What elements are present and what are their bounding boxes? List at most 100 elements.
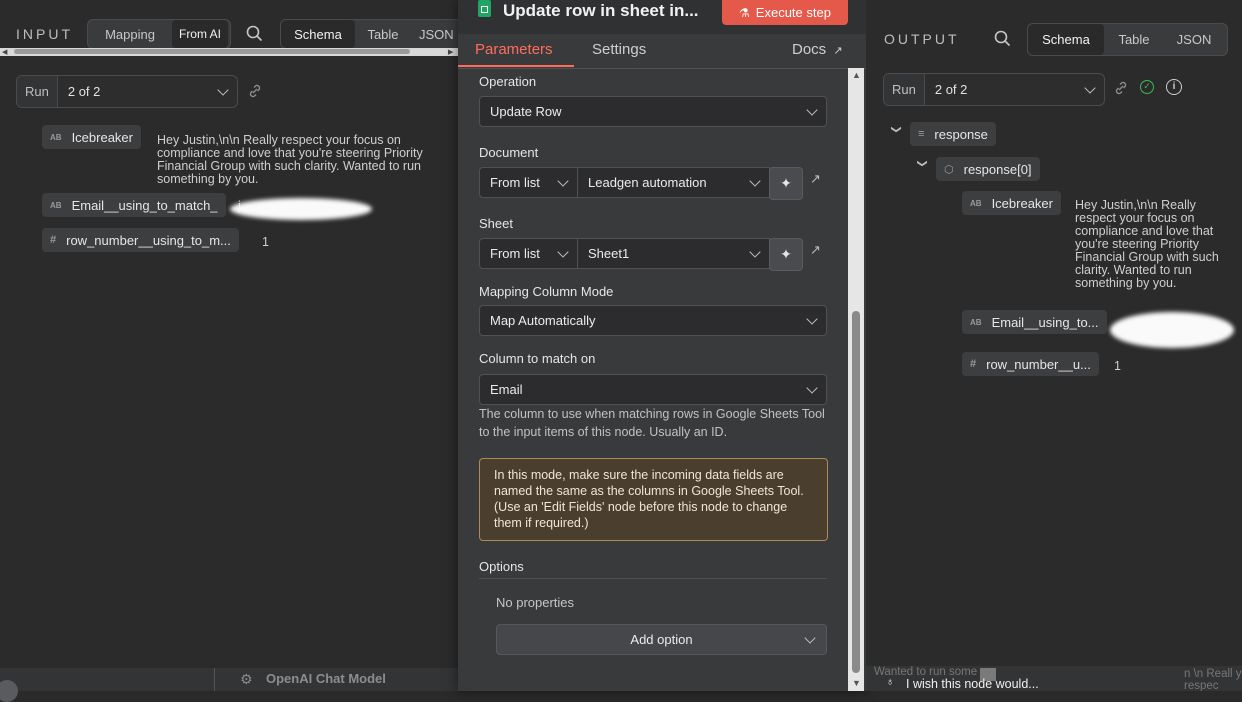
match-column-select[interactable]: Email: [479, 374, 827, 405]
sparkle-icon: ✦: [780, 175, 792, 191]
sheet-mode-select[interactable]: From list: [479, 238, 578, 269]
footer-preview-text: n \n Reall y respec: [1184, 668, 1242, 691]
operation-select[interactable]: Update Row: [479, 96, 827, 127]
field-value: Hey Justin,\n\n Really respect your focu…: [1075, 198, 1219, 290]
expand-chevron-icon[interactable]: ❯: [917, 159, 928, 167]
output-view-tabs: Schema Table JSON: [1027, 23, 1228, 56]
input-panel-title: INPUT: [16, 26, 73, 42]
tree-node-response[interactable]: ≡ response: [910, 122, 996, 146]
input-horizontal-scrollbar[interactable]: ◀ ▶: [0, 48, 458, 56]
string-type-icon: AB: [970, 317, 982, 327]
node-tabs: Parameters Settings Docs ↗: [458, 34, 866, 69]
input-view-tabs: Schema Table JSON: [280, 19, 459, 49]
sheet-select[interactable]: Sheet1: [577, 238, 770, 269]
sheet-value: Sheet1: [588, 246, 630, 261]
divider: [214, 668, 215, 691]
input-run-label: Run: [17, 76, 58, 107]
output-tab-json[interactable]: JSON: [1164, 24, 1224, 55]
mapping-mode-value: Map Automatically: [490, 313, 596, 328]
tab-mapping[interactable]: Mapping: [88, 20, 172, 48]
input-run-selector[interactable]: Run 2 of 2: [16, 75, 238, 108]
node-settings-panel: Update row in sheet in... ⚗ Execute step…: [458, 0, 866, 691]
execute-step-button[interactable]: ⚗ Execute step: [722, 0, 848, 25]
field-value: 1: [262, 235, 269, 249]
chevron-down-icon: [806, 312, 818, 325]
output-search-icon[interactable]: [994, 30, 1011, 50]
redaction-mark: [1110, 312, 1234, 348]
document-label: Document: [479, 145, 539, 160]
tree-node-response-0[interactable]: ⬡ response[0]: [936, 157, 1040, 181]
feedback-prompt[interactable]: I wish this node would...: [906, 677, 1039, 691]
info-icon[interactable]: i: [1166, 79, 1182, 95]
footer-node-label[interactable]: OpenAI Chat Model: [266, 671, 386, 686]
node-vertical-scrollbar[interactable]: ▲ ▼: [848, 68, 864, 691]
canvas-footer: ⚙ OpenAI Chat Model: [0, 668, 458, 702]
document-mode-select[interactable]: From list: [479, 167, 578, 198]
external-link-icon: ↗: [833, 45, 843, 57]
input-tab-schema[interactable]: Schema: [281, 20, 355, 48]
output-run-label: Run: [884, 74, 925, 105]
input-field-email[interactable]: AB Email__using_to_match_: [42, 193, 226, 217]
number-type-icon: #: [50, 234, 57, 246]
field-name: Email__using_to_match_: [71, 197, 218, 213]
match-column-label: Column to match on: [479, 351, 596, 366]
open-sheet-external-icon[interactable]: ↗: [810, 242, 821, 258]
input-field-row-number[interactable]: # row_number__using_to_m...: [42, 228, 239, 252]
node-scrollbar-thumb[interactable]: [852, 311, 860, 673]
output-field-row-number[interactable]: # row_number__u...: [962, 352, 1099, 376]
input-mode-toggle: Mapping From AI: [87, 19, 231, 49]
add-option-button[interactable]: Add option: [496, 624, 827, 655]
scroll-left-arrow-icon[interactable]: ◀: [2, 48, 7, 56]
redaction-mark: [230, 198, 372, 220]
docs-link[interactable]: Docs ↗: [792, 41, 843, 58]
output-tab-table[interactable]: Table: [1104, 24, 1164, 55]
output-panel-title: OUTPUT: [884, 31, 960, 47]
match-column-hint: The column to use when matching rows in …: [479, 407, 825, 439]
node-title[interactable]: Update row in sheet in...: [503, 1, 699, 21]
mapping-notice: In this mode, make sure the incoming dat…: [479, 458, 828, 541]
avatar[interactable]: [0, 680, 18, 702]
field-name: Icebreaker: [991, 195, 1053, 211]
chevron-down-icon: [557, 174, 569, 187]
google-sheets-icon: [478, 0, 491, 17]
input-tab-table[interactable]: Table: [355, 20, 411, 48]
field-name: row_number__using_to_m...: [66, 232, 231, 248]
input-field-icebreaker[interactable]: AB Icebreaker: [42, 125, 141, 149]
scroll-down-arrow-icon[interactable]: ▼: [852, 678, 861, 688]
output-field-icebreaker[interactable]: AB Icebreaker: [962, 191, 1061, 215]
no-properties-text: No properties: [496, 595, 575, 610]
output-field-email[interactable]: AB Email__using_to...: [962, 310, 1107, 334]
input-scrollbar-thumb[interactable]: [14, 49, 410, 54]
tab-from-ai[interactable]: From AI: [172, 20, 228, 48]
scroll-right-arrow-icon[interactable]: ▶: [448, 48, 453, 56]
sparkle-icon: ✦: [780, 246, 792, 262]
open-document-external-icon[interactable]: ↗: [810, 171, 821, 187]
divider: [479, 578, 827, 579]
field-value: 1: [1114, 359, 1121, 373]
input-run-value: 2 of 2: [67, 84, 101, 99]
scroll-up-arrow-icon[interactable]: ▲: [852, 70, 861, 80]
output-run-value: 2 of 2: [934, 82, 968, 97]
chevron-down-icon: [749, 174, 761, 187]
mapping-mode-select[interactable]: Map Automatically: [479, 305, 827, 336]
number-type-icon: #: [970, 358, 977, 370]
docs-label: Docs: [792, 41, 827, 58]
chevron-down-icon: [557, 245, 569, 258]
ai-sparkle-button[interactable]: ✦: [769, 238, 803, 271]
openai-icon: ⚙: [240, 671, 253, 687]
success-check-icon: ✓: [1140, 80, 1154, 94]
document-select[interactable]: Leadgen automation: [577, 167, 770, 198]
tab-settings[interactable]: Settings: [592, 41, 646, 58]
tab-parameters[interactable]: Parameters: [475, 41, 553, 58]
input-tab-json[interactable]: JSON: [411, 20, 459, 48]
ai-sparkle-button[interactable]: ✦: [769, 167, 803, 200]
chevron-down-icon: [806, 103, 818, 116]
document-value: Leadgen automation: [588, 175, 707, 190]
field-name: Email__using_to...: [991, 314, 1099, 330]
expand-chevron-icon[interactable]: ❯: [891, 125, 902, 133]
input-search-icon[interactable]: [246, 25, 263, 45]
link-icon[interactable]: [1114, 81, 1128, 98]
output-run-selector[interactable]: Run 2 of 2: [883, 73, 1105, 106]
link-icon[interactable]: [248, 84, 262, 101]
output-tab-schema[interactable]: Schema: [1028, 24, 1104, 55]
